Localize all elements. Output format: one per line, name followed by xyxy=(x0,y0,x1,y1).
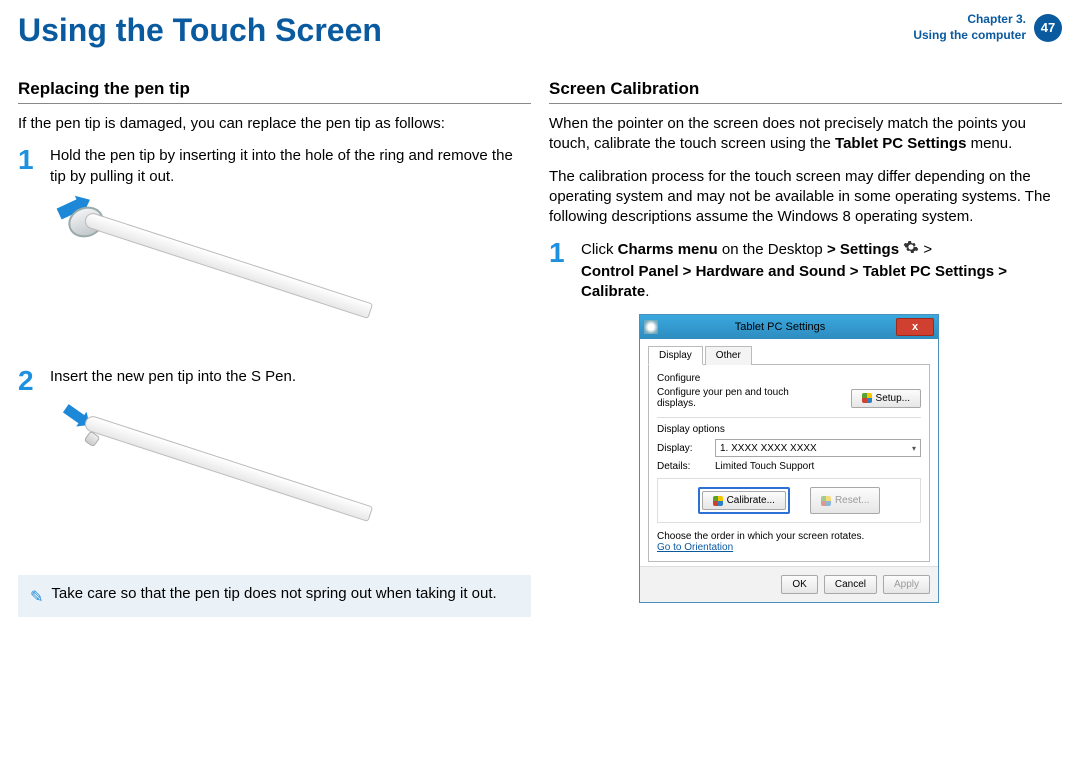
calibrate-button[interactable]: Calibrate... xyxy=(702,491,786,510)
divider xyxy=(657,417,921,418)
note-icon: ✎ xyxy=(30,587,43,607)
cancel-button[interactable]: Cancel xyxy=(824,575,877,594)
orientation-text: Choose the order in which your screen ro… xyxy=(657,531,921,542)
dialog-app-icon xyxy=(644,320,658,334)
step-number-2: 2 xyxy=(18,367,40,395)
pen-body xyxy=(83,211,373,319)
reset-button[interactable]: Reset... xyxy=(810,487,880,514)
page-title: Using the Touch Screen xyxy=(18,12,382,49)
caution-note: ✎ Take care so that the pen tip does not… xyxy=(18,575,531,617)
shield-icon-2 xyxy=(713,496,723,506)
configure-label: Configure xyxy=(657,373,921,384)
step-number-1-right: 1 xyxy=(549,239,571,302)
page-header: Using the Touch Screen Chapter 3. Using … xyxy=(18,12,1062,49)
chapter-text: Chapter 3. Using the computer xyxy=(913,12,1026,43)
right-column: Screen Calibration When the pointer on t… xyxy=(549,79,1062,617)
calibration-step-1: 1 Click Charms menu on the Desktop > Set… xyxy=(549,239,1062,302)
orientation-block: Choose the order in which your screen ro… xyxy=(657,531,921,553)
chevron-down-icon: ▾ xyxy=(912,444,916,453)
chapter-info: Chapter 3. Using the computer 47 xyxy=(913,12,1062,43)
configure-row: Configure your pen and touch displays. S… xyxy=(657,387,921,409)
step-2: 2 Insert the new pen tip into the S Pen. xyxy=(18,367,531,395)
dialog-title: Tablet PC Settings xyxy=(664,321,896,333)
tab-other[interactable]: Other xyxy=(705,346,752,365)
display-select-value: 1. XXXX XXXX XXXX xyxy=(720,443,817,454)
display-label: Display: xyxy=(657,443,705,454)
apply-button[interactable]: Apply xyxy=(883,575,930,594)
step-2-text: Insert the new pen tip into the S Pen. xyxy=(50,367,296,395)
chapter-line1: Chapter 3. xyxy=(913,12,1026,28)
display-options-label: Display options xyxy=(657,424,921,435)
chapter-line2: Using the computer xyxy=(913,28,1026,44)
calibration-p2: The calibration process for the touch sc… xyxy=(549,167,1062,228)
pen-body-2 xyxy=(83,414,373,522)
manual-page: Using the Touch Screen Chapter 3. Using … xyxy=(0,0,1080,766)
arrow-in-icon xyxy=(63,404,85,424)
left-column: Replacing the pen tip If the pen tip is … xyxy=(18,79,531,617)
section-heading-calibration: Screen Calibration xyxy=(549,79,1062,104)
details-row: Details: Limited Touch Support xyxy=(657,461,921,472)
dialog-body: Display Other Configure Configure your p… xyxy=(640,339,938,566)
tablet-pc-settings-dialog: Tablet PC Settings x Display Other Confi… xyxy=(639,314,939,603)
step-number-1: 1 xyxy=(18,146,40,187)
calibration-p1: When the pointer on the screen does not … xyxy=(549,114,1062,155)
shield-icon xyxy=(862,393,872,403)
illustration-remove-tip xyxy=(58,197,398,347)
note-text: Take care so that the pen tip does not s… xyxy=(51,585,496,602)
settings-gear-icon xyxy=(903,239,919,261)
page-number-badge: 47 xyxy=(1034,14,1062,42)
tab-display[interactable]: Display xyxy=(648,346,703,365)
orientation-link[interactable]: Go to Orientation xyxy=(657,542,733,553)
tab-panel-display: Configure Configure your pen and touch d… xyxy=(648,365,930,562)
calibrate-highlight: Calibrate... xyxy=(698,487,790,514)
details-label: Details: xyxy=(657,461,705,472)
display-select[interactable]: 1. XXXX XXXX XXXX ▾ xyxy=(715,439,921,457)
ok-button[interactable]: OK xyxy=(781,575,817,594)
close-button[interactable]: x xyxy=(896,318,934,336)
shield-icon-3 xyxy=(821,496,831,506)
intro-text: If the pen tip is damaged, you can repla… xyxy=(18,114,531,134)
display-row: Display: 1. XXXX XXXX XXXX ▾ xyxy=(657,439,921,457)
dialog-tabs: Display Other xyxy=(648,345,930,365)
configure-desc: Configure your pen and touch displays. xyxy=(657,387,807,409)
details-value: Limited Touch Support xyxy=(715,461,814,472)
setup-button[interactable]: Setup... xyxy=(851,389,921,408)
illustration-insert-tip xyxy=(58,405,398,555)
calibrate-row: Calibrate... Reset... xyxy=(657,478,921,523)
dialog-titlebar: Tablet PC Settings x xyxy=(640,315,938,339)
section-heading-replacing: Replacing the pen tip xyxy=(18,79,531,104)
content-columns: Replacing the pen tip If the pen tip is … xyxy=(18,79,1062,617)
step-1: 1 Hold the pen tip by inserting it into … xyxy=(18,146,531,187)
calibration-step-1-text: Click Charms menu on the Desktop > Setti… xyxy=(581,239,1062,302)
step-1-text: Hold the pen tip by inserting it into th… xyxy=(50,146,531,187)
dialog-footer: OK Cancel Apply xyxy=(640,566,938,602)
